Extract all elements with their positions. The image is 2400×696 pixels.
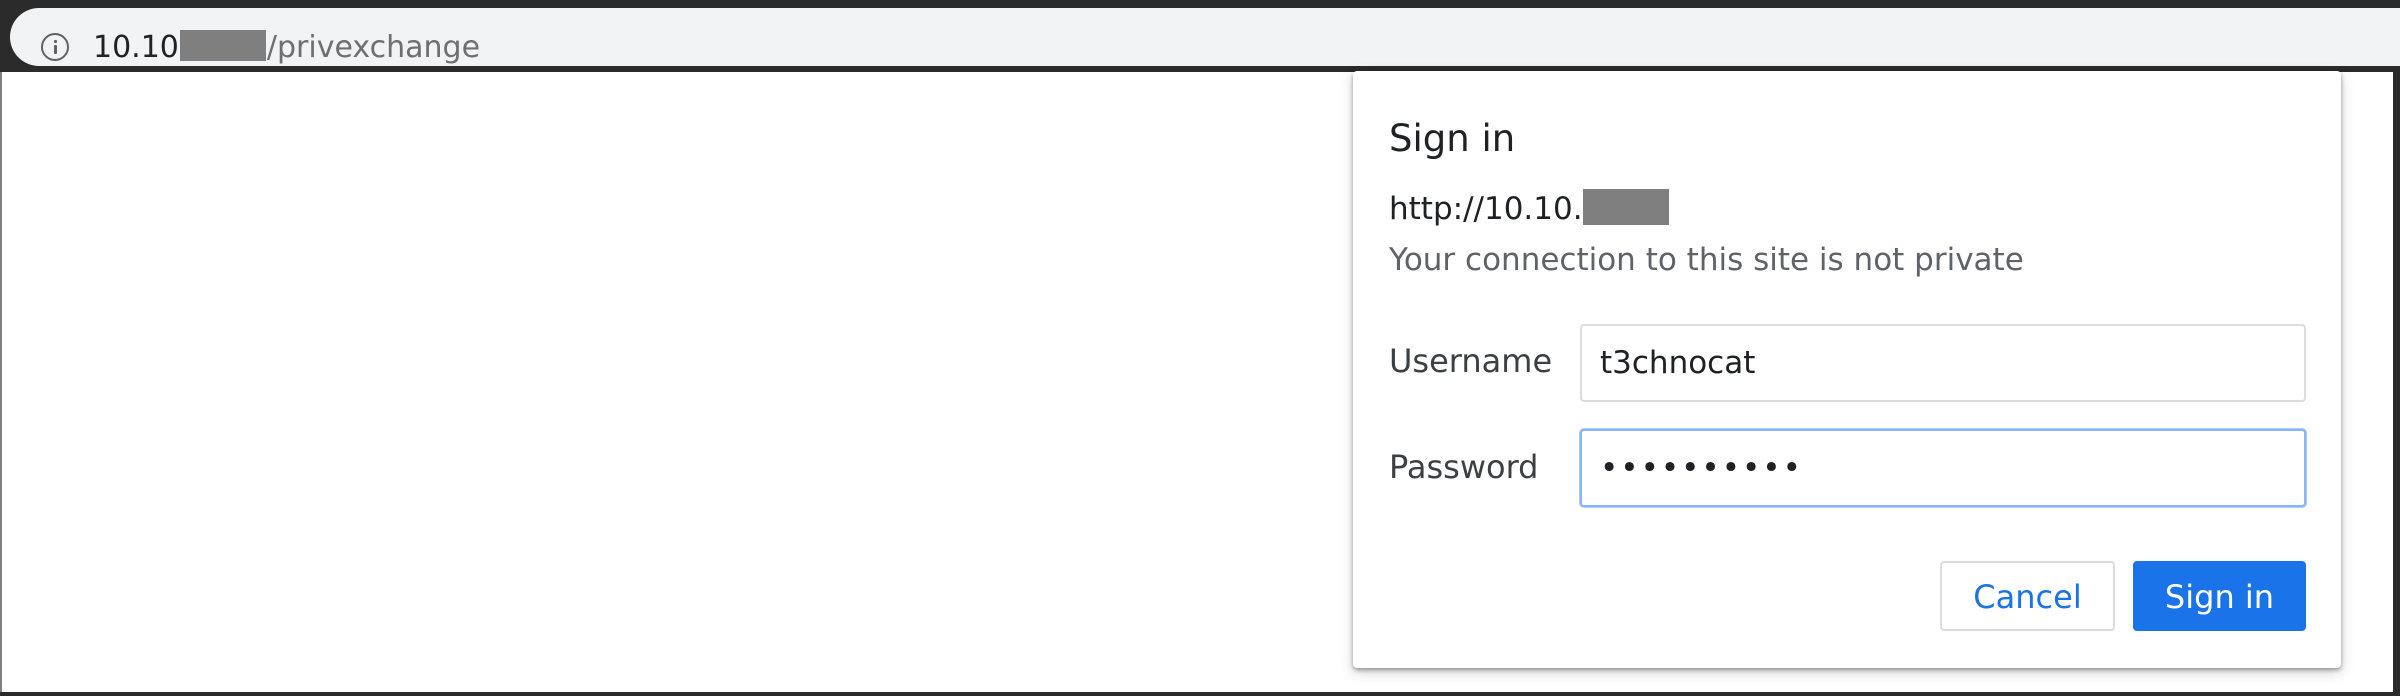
sign-in-dialog: Sign in http://10.10. Your connection to… [1353,71,2341,668]
sign-in-button[interactable]: Sign in [2133,561,2306,631]
dialog-origin: http://10.10. [1389,189,1669,228]
password-input[interactable] [1580,429,2306,507]
dialog-title: Sign in [1389,117,1516,160]
redaction-block [1582,189,1669,225]
connection-warning: Your connection to this site is not priv… [1389,242,2024,278]
url-host: 10.10 [93,30,179,65]
url-text[interactable]: 10.10/privexchange [93,30,480,65]
url-path: /privexchange [266,30,481,65]
username-input[interactable] [1580,324,2306,402]
redaction-block [179,30,266,61]
password-label: Password [1389,448,1539,486]
cancel-button[interactable]: Cancel [1940,561,2115,631]
browser-window: 10.10/privexchange Sign in http://10.10.… [0,0,2400,696]
info-icon[interactable] [41,33,69,61]
origin-text: http://10.10. [1389,191,1583,227]
username-label: Username [1389,342,1553,380]
address-bar[interactable]: 10.10/privexchange [10,8,2400,66]
